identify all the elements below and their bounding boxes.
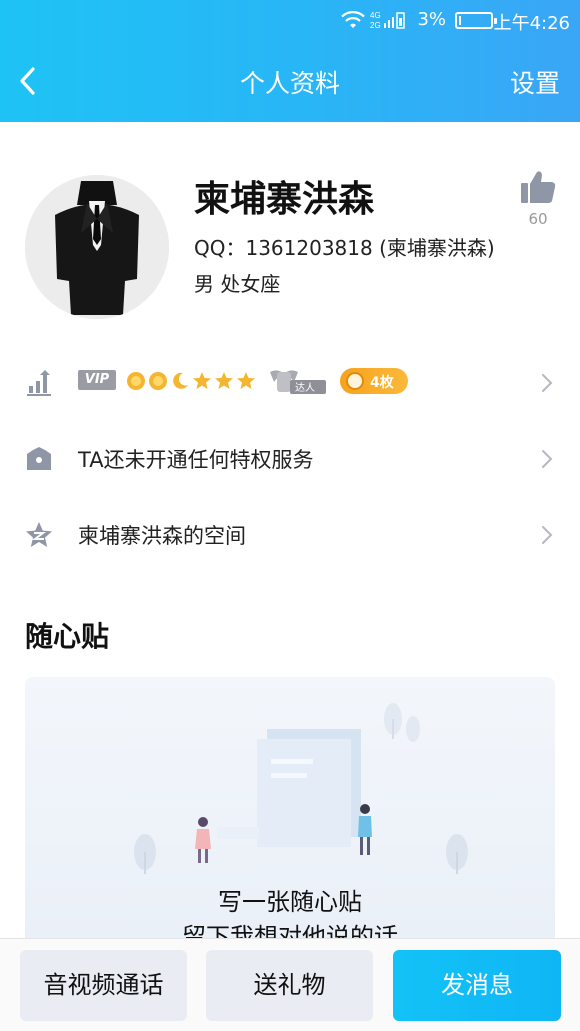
status-bar: 4G 2G 3% 上午4:26 <box>0 0 580 42</box>
svg-text:4G: 4G <box>370 11 381 20</box>
chevron-right-icon <box>542 450 553 468</box>
signal-icon: 4G 2G <box>370 11 405 30</box>
star-icon <box>193 372 211 389</box>
privilege-row[interactable]: TA还未开通任何特权服务 <box>0 422 580 494</box>
video-call-button[interactable]: 音视频通话 <box>20 950 187 1021</box>
header-bar: 4G 2G 3% 上午4:26 个人资料 设置 <box>0 0 580 122</box>
star-icon <box>237 372 255 389</box>
daren-badge: 达人 <box>268 366 328 396</box>
winged-badge-icon: 达人 <box>270 370 326 394</box>
qzone-text: 柬埔寨洪森的空间 <box>78 524 246 548</box>
bottom-action-bar: 音视频通话 送礼物 发消息 <box>0 938 580 1031</box>
thumbs-up-icon <box>521 171 556 203</box>
coin-count: 4枚 <box>370 375 394 391</box>
sun-icon <box>149 372 167 390</box>
notes-section-title: 随心贴 <box>25 620 110 653</box>
privilege-text: TA还未开通任何特权服务 <box>78 448 314 472</box>
clock: 上午4:26 <box>493 13 570 34</box>
battery-icon <box>455 12 497 29</box>
notes-prompt-line1: 写一张随心贴 <box>218 888 362 916</box>
level-icons <box>126 368 256 394</box>
level-row[interactable]: VIP 达人 4枚 <box>0 346 580 418</box>
wifi-icon <box>341 11 365 28</box>
like-button[interactable]: 60 <box>518 170 558 228</box>
settings-button[interactable]: 设置 <box>510 64 560 100</box>
gender-zodiac: 男 处女座 <box>194 272 281 296</box>
like-count: 60 <box>528 210 548 228</box>
chevron-right-icon <box>542 526 553 544</box>
profile-name: 柬埔寨洪森 <box>194 179 375 220</box>
crown-icon <box>27 447 51 470</box>
send-gift-button[interactable]: 送礼物 <box>206 950 373 1021</box>
qzone-star-icon <box>26 522 52 547</box>
coin-badge: 4枚 <box>340 368 408 394</box>
suit-figure-icon <box>25 175 169 319</box>
qq-number: QQ：1361203818 (柬埔寨洪森) <box>194 236 495 260</box>
qzone-row[interactable]: 柬埔寨洪森的空间 <box>0 498 580 570</box>
coin-icon <box>346 372 364 390</box>
profile-card: 柬埔寨洪森 QQ：1361203818 (柬埔寨洪森) 男 处女座 60 <box>0 122 580 342</box>
moon-icon <box>173 372 188 389</box>
vip-badge: VIP <box>78 370 116 390</box>
notes-card[interactable]: 写一张随心贴 留下我想对他说的话 <box>25 677 555 947</box>
chevron-right-icon <box>542 374 553 392</box>
page-title: 个人资料 <box>239 69 340 98</box>
svg-text:2G: 2G <box>370 21 381 30</box>
star-icon <box>215 372 233 389</box>
daren-label: 达人 <box>295 382 315 394</box>
sun-icon <box>127 372 145 390</box>
send-message-button[interactable]: 发消息 <box>393 950 561 1021</box>
navigation-bar: 个人资料 设置 <box>0 50 580 112</box>
level-chart-icon <box>27 370 51 396</box>
battery-percent: 3% <box>417 9 446 30</box>
notes-illustration <box>134 703 468 874</box>
avatar[interactable] <box>25 175 169 319</box>
